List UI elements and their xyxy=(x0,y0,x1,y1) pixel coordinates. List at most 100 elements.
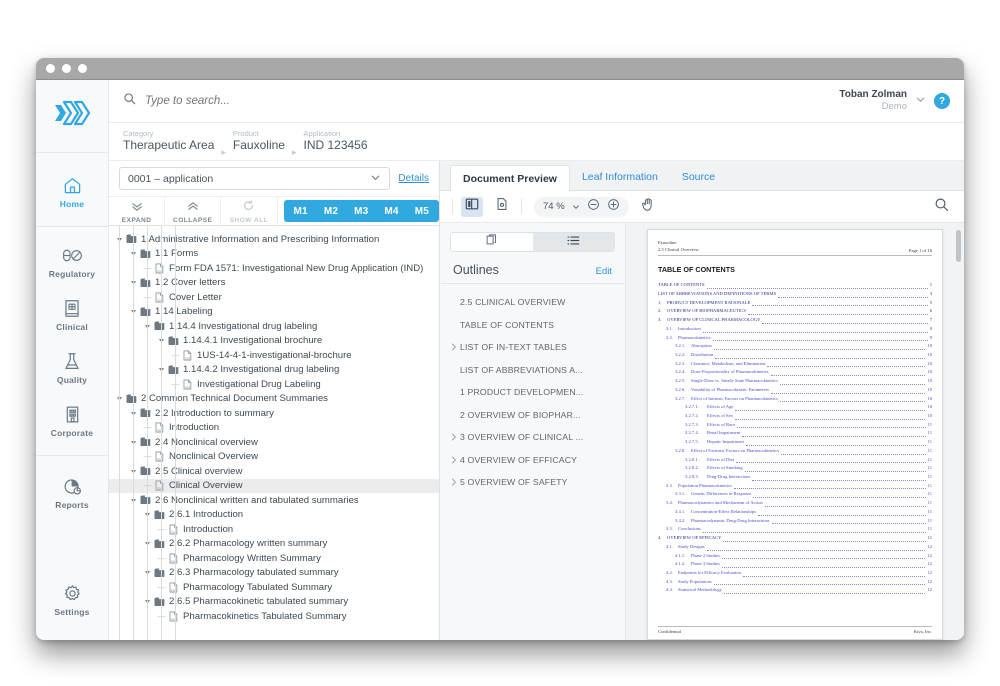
tree-file-row[interactable]: —PDFInvestigational Drug Labeling xyxy=(109,377,439,392)
tree-folder-row[interactable]: 2.2 Introduction to summary xyxy=(109,406,439,421)
toc-entry[interactable]: 3.2.7.3.Effects of Race11 xyxy=(658,421,932,430)
toc-entry[interactable]: 3.2.6.Variability of Pharmacokinetic Par… xyxy=(658,386,932,395)
module-m3-button[interactable]: M3 xyxy=(346,206,376,217)
toc-entry[interactable]: 4.OVERVIEW OF EFFICACY11 xyxy=(658,534,932,543)
toc-entry[interactable]: 3.1.Introduction8 xyxy=(658,325,932,334)
tree-folder-row[interactable]: 1.14.4.1 Investigational brochure xyxy=(109,334,439,349)
toc-entry[interactable]: TABLE OF CONTENTS1 xyxy=(658,281,932,290)
tree-folder-row[interactable]: 1.1 Forms xyxy=(109,247,439,262)
outline-item[interactable]: 5 OVERVIEW OF SAFETY xyxy=(440,471,625,494)
toc-entry[interactable]: 3.2.5.Single-Dose vs. Steady State Pharm… xyxy=(658,377,932,386)
tree-file-row[interactable]: —PDFIntroduction xyxy=(109,522,439,537)
outline-edit-button[interactable]: Edit xyxy=(596,266,612,277)
tree-file-row[interactable]: —PDF1US-14-4-1-investigational-brochure xyxy=(109,348,439,363)
page-properties-button[interactable] xyxy=(491,197,513,217)
toc-entry[interactable]: 3.2.7.Effect of Intrinsic Factors on Pha… xyxy=(658,395,932,404)
tree-folder-row[interactable]: 1 Administrative Information and Prescri… xyxy=(109,232,439,247)
toc-entry[interactable]: 3.2.7.1.Effects of Age10 xyxy=(658,403,932,412)
chevron-right-icon[interactable] xyxy=(448,478,460,486)
tree-folder-row[interactable]: 1.14.4.2 Investigational drug labeling xyxy=(109,363,439,378)
module-m2-button[interactable]: M2 xyxy=(316,206,346,217)
tree-file-row[interactable]: —PDFPharmacology Tabulated Summary xyxy=(109,580,439,595)
sidebar-item-regulatory[interactable]: Regulatory xyxy=(36,235,108,288)
toc-entry[interactable]: 3.2.8.Effect of Extrinsic Factors on Pha… xyxy=(658,447,932,456)
tree-file-row[interactable]: —PDFIntroduction xyxy=(109,421,439,436)
toc-entry[interactable]: 4.2.Endpoints for Efficacy Evaluation12 xyxy=(658,569,932,578)
toc-entry[interactable]: 4.4.Statistical Methodology12 xyxy=(658,586,932,595)
toc-entry[interactable]: 3.2.Pharmacokinetics9 xyxy=(658,334,932,343)
tree-folder-row[interactable]: 2.6 Nonclinical written and tabulated su… xyxy=(109,493,439,508)
tree-folder-row[interactable]: 1.14.4 Investigational drug labeling xyxy=(109,319,439,334)
toc-entry[interactable]: 3.2.7.4.Renal Impairment11 xyxy=(658,429,932,438)
toc-entry[interactable]: 3.2.4.Dose-Proportionality of Pharmacoki… xyxy=(658,368,932,377)
tree-folder-row[interactable]: 2 Common Technical Document Summaries xyxy=(109,392,439,407)
sidebar-toggle-button[interactable] xyxy=(461,197,483,217)
sidebar-item-reports[interactable]: Reports xyxy=(36,466,108,519)
outline-item[interactable]: 4 OVERVIEW OF EFFICACY xyxy=(440,449,625,472)
sidebar-item-clinical[interactable]: Clinical xyxy=(36,288,108,341)
chevron-down-icon[interactable] xyxy=(572,198,580,216)
outline-item[interactable]: TABLE OF CONTENTS xyxy=(440,314,625,337)
details-link[interactable]: Details xyxy=(398,173,431,184)
tree-folder-row[interactable]: 2.6.5 Pharmacokinetic tabulated summary xyxy=(109,595,439,610)
sequence-select[interactable]: 0001 – application xyxy=(119,167,390,190)
global-search[interactable] xyxy=(123,92,839,110)
tree-folder-row[interactable]: 2.6.1 Introduction xyxy=(109,508,439,523)
user-menu[interactable]: Toban Zolman Demo ? xyxy=(839,89,950,113)
toc-entry[interactable]: LIST OF ABBREVIATIONS AND DEFINITIONS OF… xyxy=(658,290,932,299)
tree-folder-row[interactable]: 2.4 Nonclinical overview xyxy=(109,435,439,450)
outline-list[interactable]: 2.5 CLINICAL OVERVIEWTABLE OF CONTENTS LI… xyxy=(440,284,625,494)
tree-folder-row[interactable]: 1.14 Labeling xyxy=(109,305,439,320)
sidebar-item-home[interactable]: Home xyxy=(36,165,108,218)
outline-item[interactable]: LIST OF ABBREVIATIONS A... xyxy=(440,359,625,382)
toc-entry[interactable]: 3.2.1.Absorption10 xyxy=(658,342,932,351)
tree-folder-row[interactable]: 2.6.3 Pharmacology tabulated summary xyxy=(109,566,439,581)
outline-item[interactable]: 1 PRODUCT DEVELOPMEN... xyxy=(440,381,625,404)
breadcrumb-item-product[interactable]: Product Fauxoline xyxy=(233,130,285,153)
expand-button[interactable]: EXPAND xyxy=(109,197,165,225)
toc-entry[interactable]: 3.2.8.2.Effects of Smoking11 xyxy=(658,464,932,473)
tree-folder-row[interactable]: 1.2 Cover letters xyxy=(109,276,439,291)
toc-entry[interactable]: 3.3.1.Genetic Differences in Response11 xyxy=(658,490,932,499)
breadcrumb-item-application[interactable]: Application IND 123456 xyxy=(303,130,367,153)
tree-file-row[interactable]: —PDFNonclinical Overview xyxy=(109,450,439,465)
tree-folder-row[interactable]: 2.6.2 Pharmacology written summary xyxy=(109,537,439,552)
kiva-logo[interactable] xyxy=(49,93,95,133)
zoom-out-button[interactable] xyxy=(587,198,600,216)
toc-entry[interactable]: 3.5.Conclusions11 xyxy=(658,525,932,534)
outline-item[interactable]: 2 OVERVIEW OF BIOPHAR... xyxy=(440,404,625,427)
toc-entry[interactable]: 3.2.8.3.Drug-Drug Interactions11 xyxy=(658,473,932,482)
pan-tool-button[interactable] xyxy=(637,197,659,217)
toc-entry[interactable]: 4.1.Study Designs12 xyxy=(658,543,932,552)
document-tree[interactable]: 1 Administrative Information and Prescri… xyxy=(109,226,439,640)
tab-leaf-information[interactable]: Leaf Information xyxy=(570,164,670,190)
tab-source[interactable]: Source xyxy=(670,164,727,190)
sidebar-item-settings[interactable]: Settings xyxy=(36,573,108,626)
window-close-button[interactable] xyxy=(46,64,55,73)
tree-file-row[interactable]: —PDFForm FDA 1571: Investigational New D… xyxy=(109,261,439,276)
toc-entry[interactable]: 3.2.8.1.Effects of Diet11 xyxy=(658,456,932,465)
chevron-right-icon[interactable] xyxy=(448,456,460,464)
sidebar-item-corporate[interactable]: Corporate xyxy=(36,394,108,447)
toc-entry[interactable]: 3.4.2.Pharmacodynamic Drug-Drug Interact… xyxy=(658,517,932,526)
chevron-right-icon[interactable] xyxy=(448,433,460,441)
outline-item[interactable]: 2.5 CLINICAL OVERVIEW xyxy=(440,291,625,314)
window-maximize-button[interactable] xyxy=(78,64,87,73)
toc-entry[interactable]: 3.3.Population Pharmacokinetics11 xyxy=(658,482,932,491)
collapse-button[interactable]: COLLAPSE xyxy=(165,197,221,225)
toc-entry[interactable]: 3.4.1.Concentration-Effect Relationships… xyxy=(658,508,932,517)
toc-entry[interactable]: 3.2.7.2.Effects of Sex10 xyxy=(658,412,932,421)
outline-view-button[interactable] xyxy=(533,233,615,251)
tree-file-row[interactable]: —PDFCover Letter xyxy=(109,290,439,305)
help-button[interactable]: ? xyxy=(934,93,950,109)
module-m1-button[interactable]: M1 xyxy=(286,206,316,217)
toc-entry[interactable]: 2.OVERVIEW OF BIOPHARMACEUTICS6 xyxy=(658,307,932,316)
toc-entry[interactable]: 3.2.2.Distribution10 xyxy=(658,351,932,360)
toc-entry[interactable]: 3.2.7.5.Hepatic Impairment11 xyxy=(658,438,932,447)
tree-file-row[interactable]: —PDFPharmacokinetics Tabulated Summary xyxy=(109,609,439,624)
zoom-in-button[interactable] xyxy=(607,198,620,216)
toc-entry[interactable]: 4.1.2.Phase 3 Studies12 xyxy=(658,560,932,569)
show-all-button[interactable]: SHOW ALL xyxy=(221,197,277,225)
toc-entry[interactable]: 3.OVERVIEW OF CLINICAL PHARMACOLOGY7 xyxy=(658,316,932,325)
tab-document-preview[interactable]: Document Preview xyxy=(450,165,570,191)
